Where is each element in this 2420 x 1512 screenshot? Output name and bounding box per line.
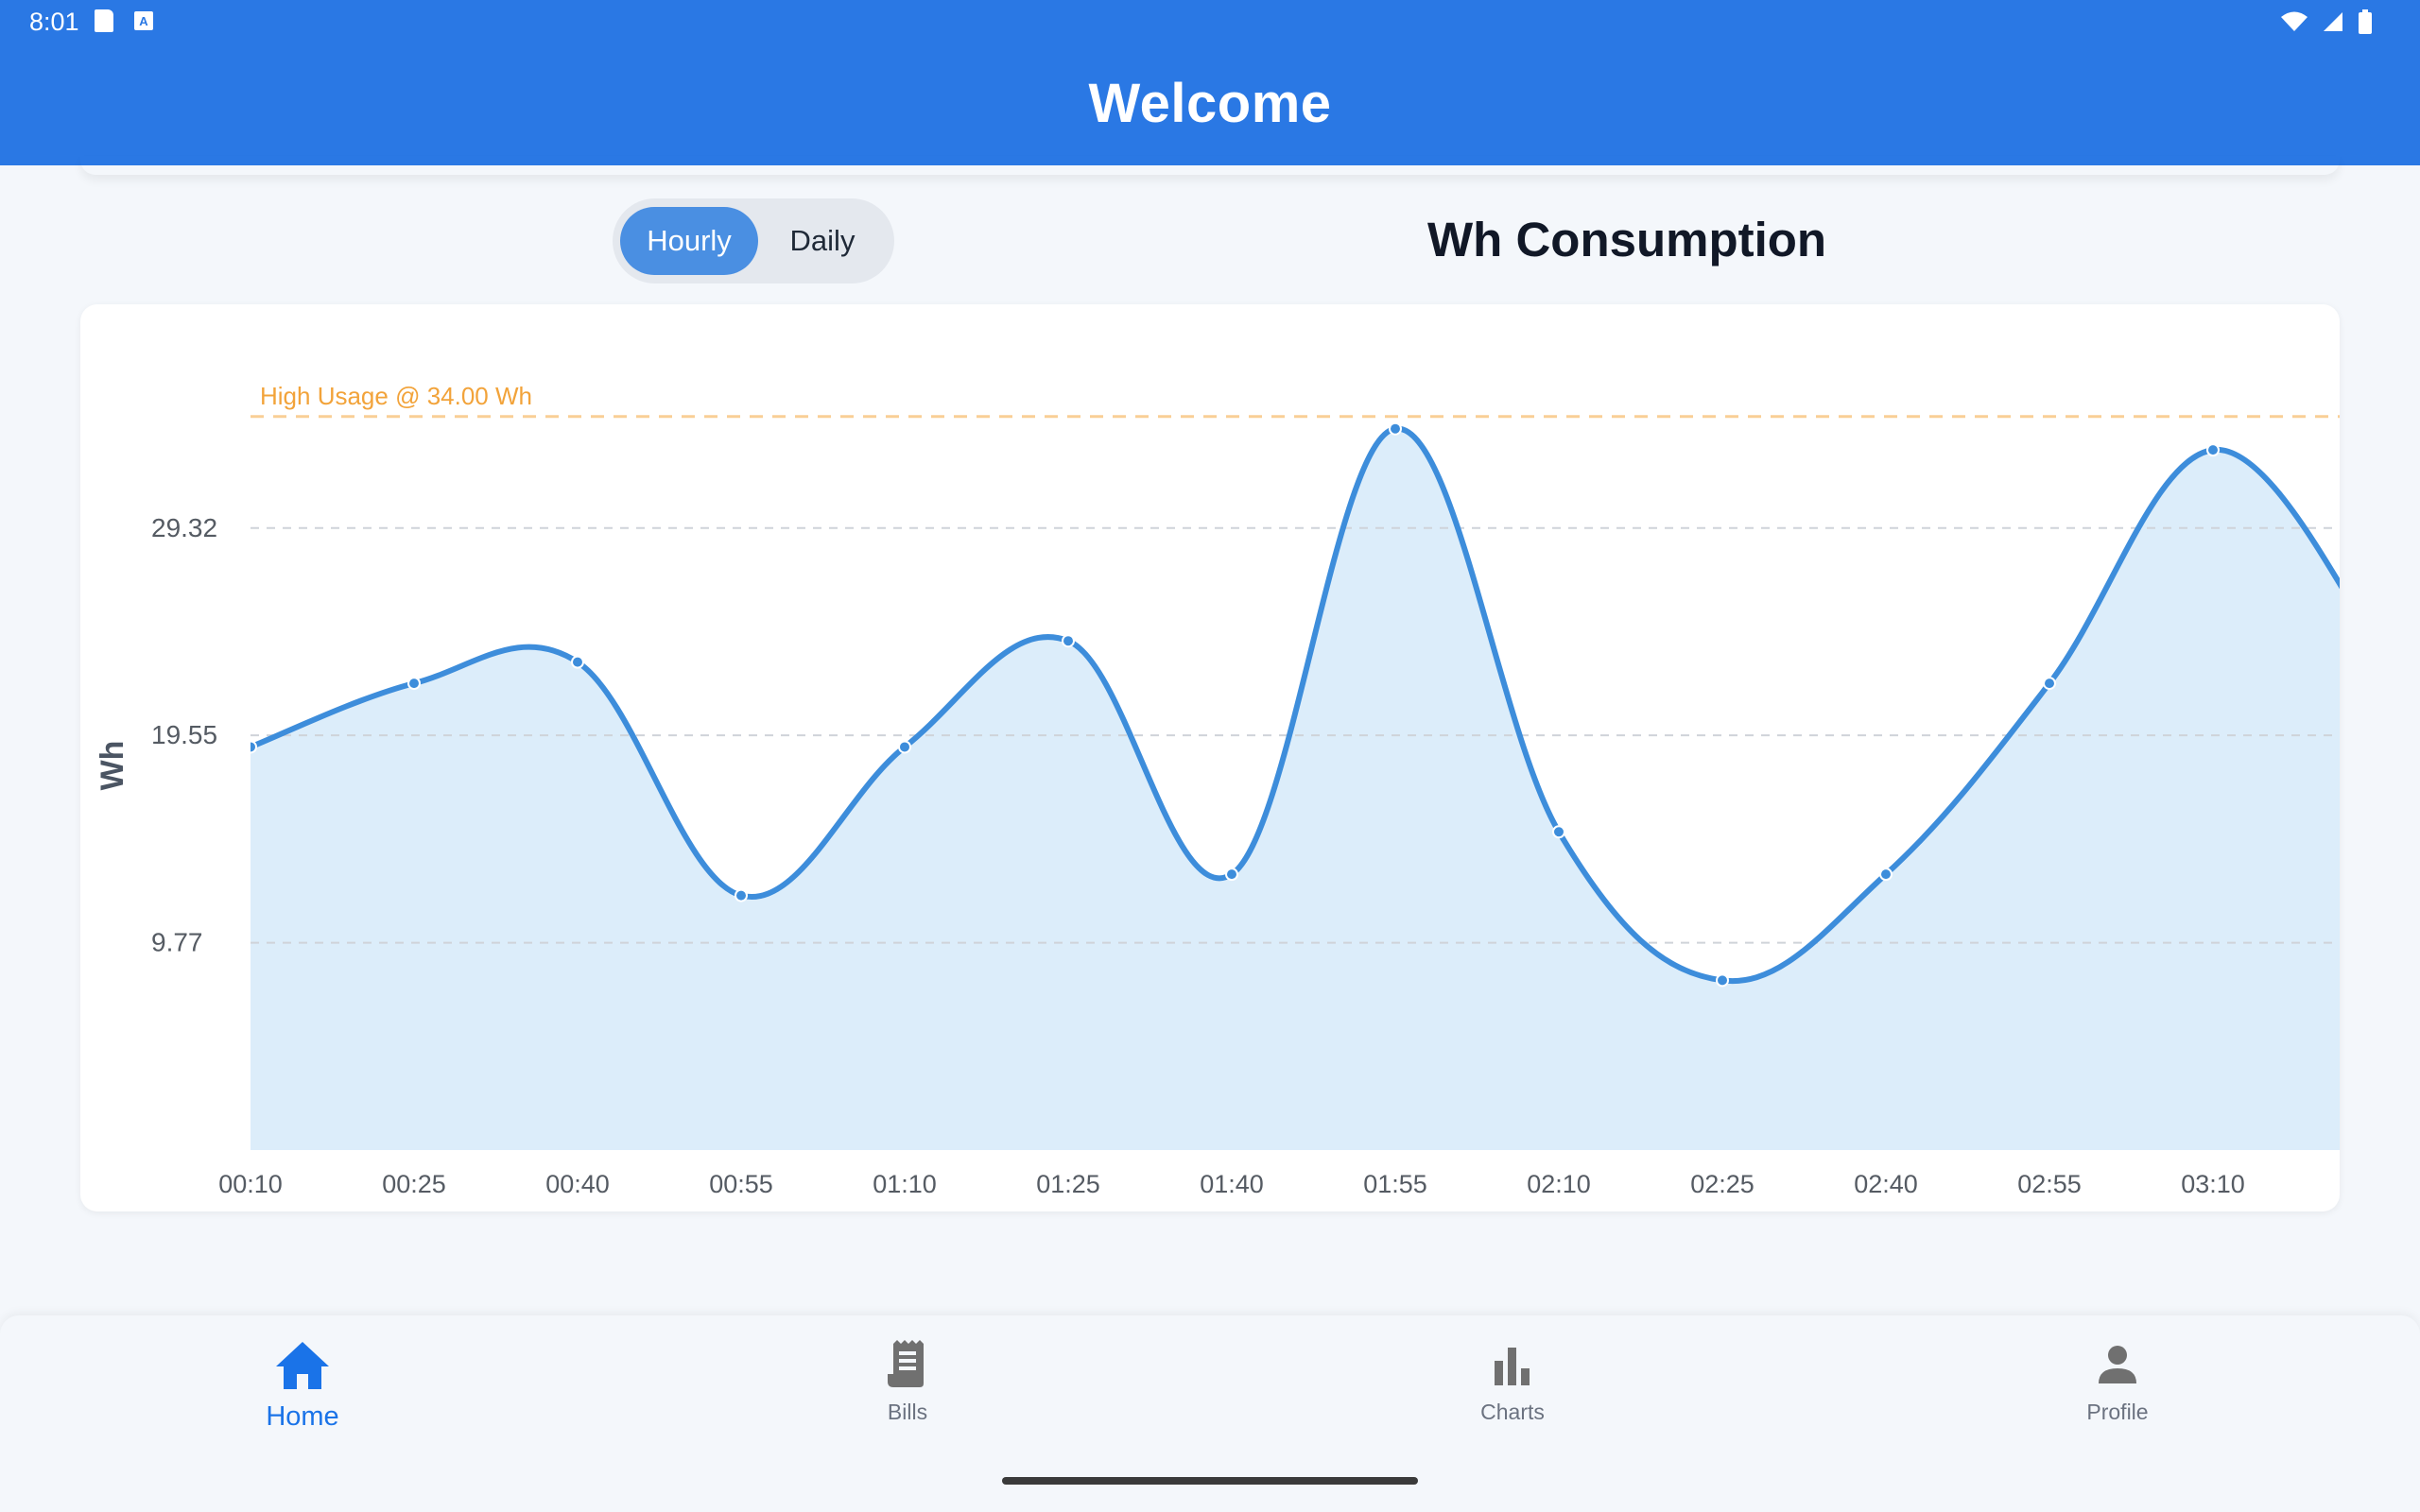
threshold-label: High Usage @ 34.00 Wh [260,382,532,410]
y-axis-label: Wh [95,741,130,791]
data-point [1716,973,1729,988]
x-tick-label: 02:55 [2017,1170,2082,1198]
nav-profile-label: Profile [2086,1400,2149,1424]
status-time: 8:01 [29,8,79,36]
data-point [2206,443,2220,457]
data-point [1225,868,1238,882]
receipt-icon [886,1340,929,1392]
data-point [898,740,911,754]
x-tick-label: 00:25 [382,1170,446,1198]
x-tick-label: 01:25 [1036,1170,1100,1198]
x-tick-label: 01:40 [1200,1170,1264,1198]
nav-charts-label: Charts [1480,1400,1545,1424]
status-icons-right [2280,9,2373,34]
page-title: Welcome [1088,73,1332,134]
signal-icon [2322,10,2344,33]
x-tick-label: 00:10 [218,1170,283,1198]
data-point [1879,868,1893,882]
plot-area [251,415,2340,1150]
x-tick-label: 02:10 [1527,1170,1591,1198]
nav-profile[interactable]: Profile [2004,1340,2231,1425]
app-bar: 8:01 A Welcome [0,0,2420,165]
x-tick-label: 02:40 [1854,1170,1918,1198]
home-indicator [1002,1477,1418,1485]
app-root: 8:01 A Welcome Hourly Daily Wh Consumpti… [0,0,2420,1512]
header-card-edge [80,156,2340,175]
data-point [251,740,257,754]
x-tick-label: 03:10 [2181,1170,2245,1198]
toggle-daily[interactable]: Daily [758,207,887,275]
data-point [571,655,584,669]
person-icon [2096,1340,2139,1392]
y-tick-label: 29.32 [151,513,217,542]
keyboard-a-icon: A [134,11,153,30]
battery-icon [2358,9,2373,34]
x-tick-label: 01:10 [873,1170,937,1198]
x-tick-label: 02:25 [1690,1170,1754,1198]
toggle-hourly[interactable]: Hourly [620,207,758,275]
chart-title: Wh Consumption [1427,213,1827,266]
y-tick-label: 9.77 [151,928,203,957]
data-point [735,888,748,902]
x-tick-label: 00:40 [545,1170,610,1198]
nav-charts[interactable]: Charts [1399,1340,1626,1425]
data-point [1062,634,1075,648]
consumption-chart: High Usage @ 34.00 Wh 9.77 19.55 29.32 Wh 00:… [95,382,2340,1198]
data-point [2043,677,2056,691]
data-point [407,677,421,691]
home-icon [274,1340,331,1396]
y-tick-label: 19.55 [151,720,217,749]
nav-home-label: Home [266,1401,339,1432]
x-tick-label: 01:55 [1363,1170,1427,1198]
data-point [1389,421,1402,436]
nav-bills-label: Bills [887,1400,928,1424]
data-point [1552,825,1565,839]
nav-bills[interactable]: Bills [794,1340,1021,1425]
series-area [251,428,2340,1150]
status-icons-left: A [95,9,153,32]
sd-card-icon [95,9,113,32]
wifi-icon [2280,10,2308,33]
x-tick-label: 00:55 [709,1170,773,1198]
bar-chart-icon [1491,1340,1534,1392]
period-toggle: Hourly Daily [613,198,894,284]
chart-card: High Usage @ 34.00 Wh 9.77 19.55 29.32 Wh 00:… [80,304,2340,1211]
nav-home[interactable]: Home [189,1340,416,1433]
